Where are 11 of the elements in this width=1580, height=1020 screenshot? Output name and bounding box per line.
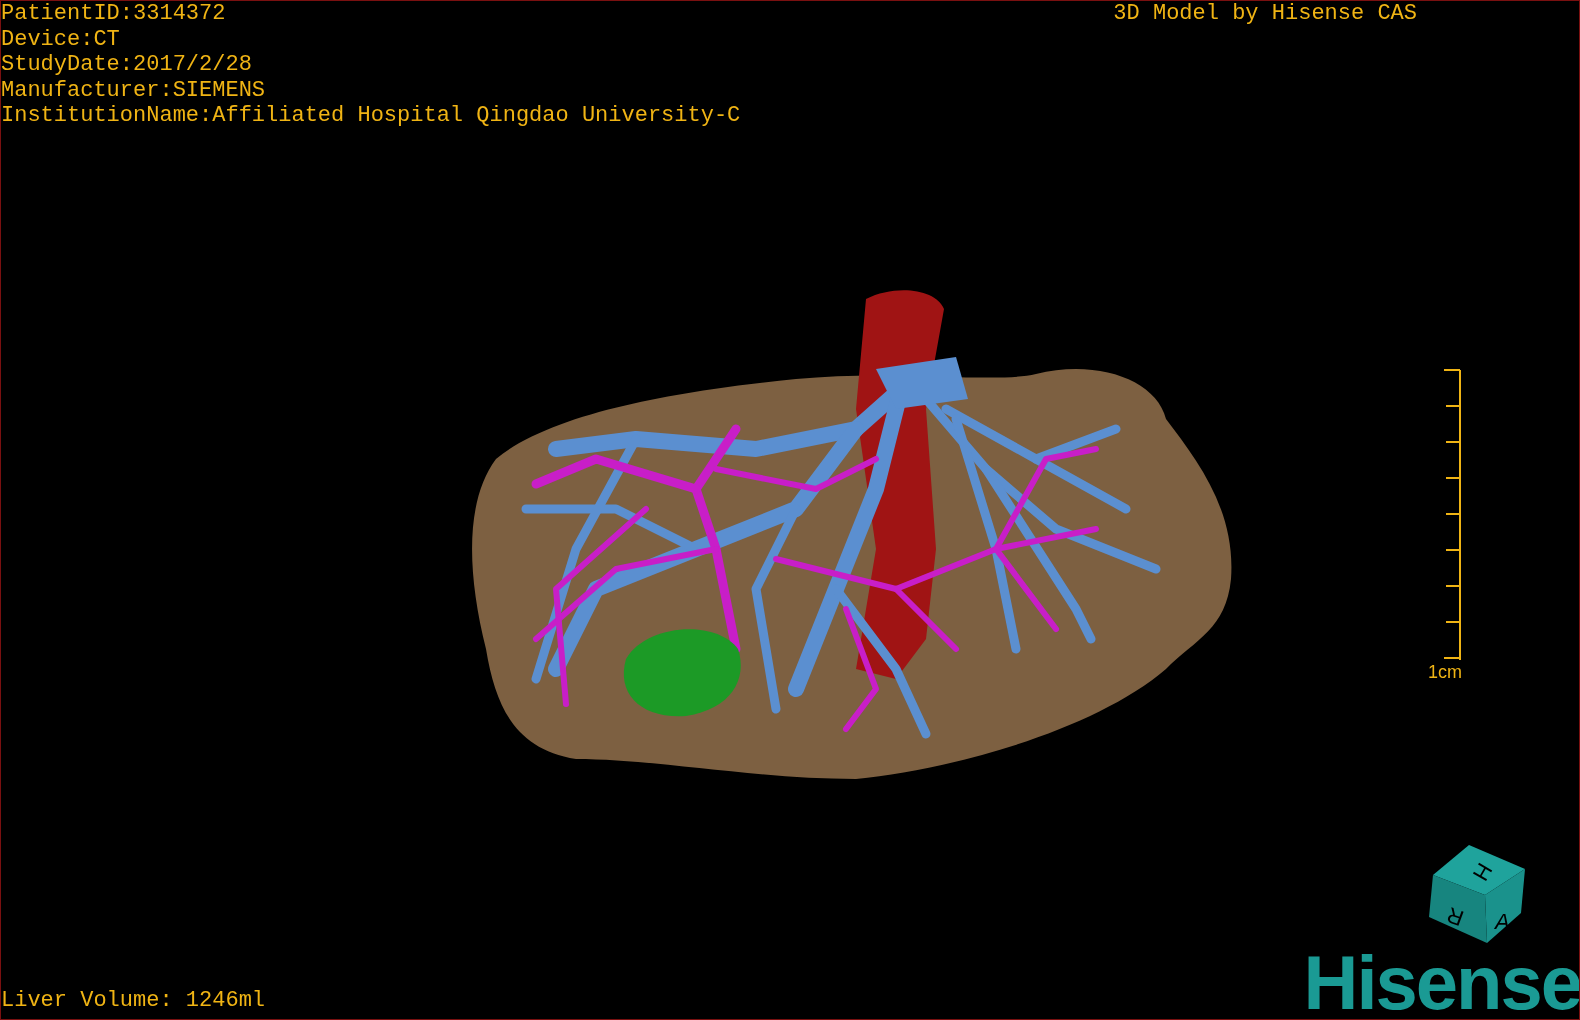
credit-text: 3D Model by Hisense CAS [1113,1,1417,27]
study-info-text: InstitutionName:Affiliated Hospital Qingdao University-C [1,103,741,129]
cube-face-label: H [1467,858,1498,886]
study-info-text: Device:CT [1,26,121,52]
study-info-text: PatientID:3314372 [1,1,227,27]
liver-volume-text: Liver Volume: 1246ml [1,987,266,1013]
brand-logo: Hisense [1303,947,1579,1019]
scale-label: 1cm [1428,660,1462,683]
study-info-text: StudyDate:2017/2/28 [1,52,253,78]
study-info-text: Manufacturer:SIEMENS [1,77,267,103]
cube-face-label: R [1443,902,1467,931]
